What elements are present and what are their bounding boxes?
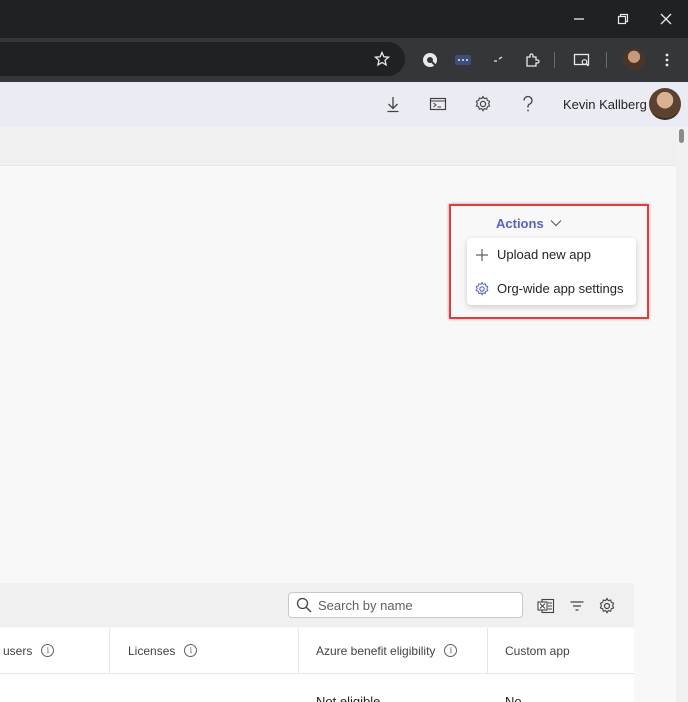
restore-button[interactable] — [612, 8, 634, 30]
column-divider[interactable] — [298, 628, 299, 673]
search-input[interactable] — [318, 597, 508, 613]
gear-icon — [474, 281, 490, 297]
export-excel-icon[interactable] — [537, 597, 555, 615]
app-header: Kevin Kallberg — [0, 82, 688, 127]
actions-menu: Upload new app Org-wide app settings — [467, 238, 636, 305]
column-label: Custom app — [505, 643, 570, 658]
menu-item-label: Org-wide app settings — [497, 281, 624, 296]
column-label: Licenses — [128, 643, 176, 658]
column-header-custom-app[interactable]: Custom app — [505, 628, 570, 673]
powershell-icon[interactable] — [427, 93, 449, 115]
column-divider[interactable] — [109, 628, 110, 673]
tab-search-icon[interactable] — [487, 49, 509, 71]
page-scrollbar[interactable] — [676, 127, 688, 702]
user-avatar[interactable] — [649, 88, 681, 120]
profile-avatar[interactable] — [623, 48, 645, 70]
menu-item-upload-new-app[interactable]: Upload new app — [467, 238, 636, 271]
column-label: Azure benefit eligibility — [316, 643, 436, 658]
scrollbar-thumb[interactable] — [679, 129, 684, 143]
info-icon[interactable]: i — [444, 644, 458, 657]
extension-shield-icon[interactable] — [419, 49, 441, 71]
minimize-icon — [574, 18, 584, 20]
table-row[interactable]: Not eligible No — [0, 674, 634, 702]
password-manager-icon[interactable] — [452, 49, 474, 71]
column-divider[interactable] — [487, 628, 488, 673]
table-header-row: users i Licenses i Azure benefit eligibi… — [0, 628, 634, 674]
close-window-button[interactable] — [655, 8, 677, 30]
chevron-down-icon — [550, 220, 562, 227]
menu-icon[interactable] — [656, 49, 678, 71]
address-bar[interactable] — [0, 42, 405, 76]
breadcrumb-strip — [0, 127, 676, 166]
info-icon[interactable]: i — [184, 644, 198, 657]
filter-icon[interactable] — [568, 597, 586, 615]
user-name[interactable]: Kevin Kallberg — [563, 97, 647, 112]
azure-eligibility-cell: Not eligible — [316, 694, 381, 702]
toolbar-separator — [606, 52, 607, 68]
menu-item-org-wide-app-settings[interactable]: Org-wide app settings — [467, 272, 636, 305]
custom-app-cell: No — [505, 694, 522, 702]
help-icon[interactable] — [517, 93, 539, 115]
cast-icon[interactable] — [571, 49, 593, 71]
menu-item-label: Upload new app — [497, 247, 591, 262]
restore-icon — [617, 13, 629, 25]
settings-gear-icon[interactable] — [472, 93, 494, 115]
toolbar-separator — [554, 52, 555, 68]
search-icon — [296, 597, 312, 613]
puzzle-icon[interactable] — [521, 49, 543, 71]
browser-toolbar — [0, 38, 688, 82]
info-icon[interactable]: i — [41, 644, 55, 657]
minimize-button[interactable] — [568, 8, 590, 30]
column-header-users[interactable]: users i — [3, 628, 55, 673]
actions-label: Actions — [496, 215, 544, 231]
column-label: users — [3, 643, 33, 658]
plus-icon — [474, 247, 490, 263]
search-box[interactable] — [288, 592, 523, 618]
close-icon — [660, 13, 672, 25]
bookmark-star-icon[interactable] — [371, 48, 393, 70]
column-header-azure-benefit-eligibility[interactable]: Azure benefit eligibility i — [316, 628, 458, 673]
download-icon[interactable] — [382, 93, 404, 115]
column-settings-gear-icon[interactable] — [598, 597, 616, 615]
actions-button[interactable]: Actions — [496, 214, 562, 232]
browser-titlebar — [0, 0, 688, 38]
column-header-licenses[interactable]: Licenses i — [128, 628, 198, 673]
